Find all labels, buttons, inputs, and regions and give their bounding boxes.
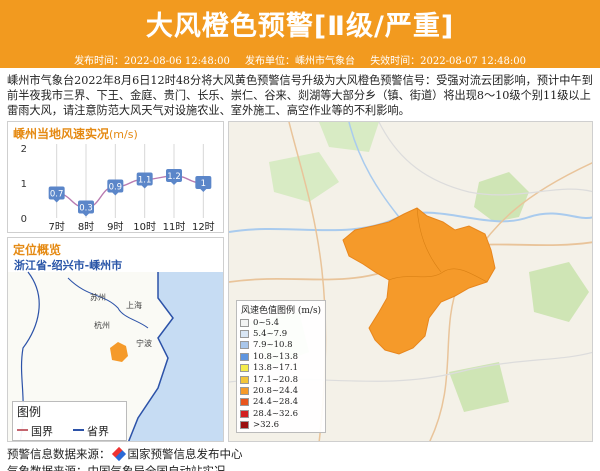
national-border-line — [17, 429, 28, 431]
location-legend-title: 图例 — [17, 405, 42, 419]
location-legend: 图例 国界 省界 — [12, 401, 127, 441]
province-border-label: 省界 — [87, 425, 109, 438]
data-label: 1.1 — [138, 176, 152, 186]
legend-label: 13.8~17.1 — [253, 363, 298, 374]
legend-swatch — [240, 387, 249, 396]
legend-title: 风速色值图例 (m/s) — [241, 306, 322, 316]
legend-item: 10.8~13.8 — [237, 351, 325, 362]
data-label: 0.3 — [79, 204, 93, 214]
page-title: 大风橙色预警[Ⅱ级/严重] — [145, 11, 455, 42]
x-tick-label: 7时 — [48, 221, 64, 233]
legend-label: 10.8~13.8 — [253, 351, 298, 362]
national-border-label: 国界 — [31, 425, 53, 438]
legend-label: 5.4~7.9 — [253, 329, 288, 340]
legend-swatch — [240, 352, 249, 361]
legend-label: 20.8~24.4 — [253, 386, 298, 397]
warning-source: 预警信息数据来源： 国家预警信息发布中心 — [7, 446, 243, 462]
province-border-line — [73, 429, 84, 431]
data-source: 气象数据来源：中国气象局全国自动站实况 — [7, 464, 226, 471]
x-tick-label: 9时 — [107, 221, 123, 233]
source-label: 预警信息数据来源： — [7, 447, 111, 461]
location-panel: 定位概览 浙江省-绍兴市-嵊州市 苏州 上海 杭州 宁波 图例 国界 省界 — [7, 237, 224, 442]
data-point-pointer — [83, 213, 89, 217]
issuer: 发布单位：嵊州市气象台 — [245, 56, 355, 67]
legend-swatch — [240, 409, 249, 418]
release-center-logo-icon — [111, 446, 126, 462]
legend-item: 13.8~17.1 — [237, 363, 325, 374]
legend-item: 17.1~20.8 — [237, 374, 325, 385]
legend-label: 7.9~10.8 — [253, 340, 293, 351]
legend-swatch — [240, 318, 249, 327]
expire-time: 失效时间：2022-08-07 12:48:00 — [370, 56, 526, 67]
header-banner: 大风橙色预警[Ⅱ级/严重] 发布时间：2022-08-06 12:48:00 发… — [0, 0, 600, 68]
data-label: 0.7 — [50, 190, 64, 200]
data-point-pointer — [171, 182, 177, 185]
legend-label: >32.6 — [253, 420, 280, 431]
legend-swatch — [240, 398, 249, 407]
y-tick-label: 1 — [21, 179, 27, 190]
legend-label: 0~5.4 — [253, 317, 280, 328]
legend-label: 24.4~28.4 — [253, 397, 298, 408]
y-tick-label: 0 — [21, 214, 27, 225]
legend-swatch — [240, 330, 249, 339]
legend-swatch — [240, 421, 249, 430]
data-point-pointer — [200, 189, 207, 192]
legend-item: 5.4~7.9 — [237, 328, 325, 339]
legend-label: 17.1~20.8 — [253, 374, 298, 385]
legend-rows: 0~5.4 5.4~7.9 7.9~10.8 10.8~13.8 13.8~17.1 17… — [237, 317, 325, 431]
legend-item: 7.9~10.8 — [237, 340, 325, 351]
legend-item: 24.4~28.4 — [237, 397, 325, 408]
source-name[interactable]: 国家预警信息发布中心 — [128, 447, 243, 461]
wind-speed-chart: 0 1 2 7时 8时 9时 10时 11时 12时 0.7 0.3 0.9 1.1 1.2 1 — [21, 144, 215, 233]
place-hangzhou: 杭州 — [94, 320, 110, 330]
warning-meta: 发布时间：2022-08-06 12:48:00 发布单位：嵊州市气象台 失效时… — [0, 52, 600, 67]
wind-color-legend: 风速色值图例 (m/s) 0~5.4 5.4~7.9 7.9~10.8 10.8~13… — [236, 300, 326, 433]
data-point-pointer — [112, 192, 119, 196]
legend-swatch — [240, 341, 249, 350]
place-suzhou: 苏州 — [90, 292, 106, 302]
data-label: 1 — [201, 179, 206, 189]
wind-speed-panel: 嵊州当地风速实况(m/s) 0 1 2 7时 8时 9时 10时 11时 12时 0.7 0.3 0.… — [7, 121, 224, 233]
x-tick-label: 12时 — [192, 221, 215, 233]
data-label: 1.2 — [167, 172, 181, 182]
place-ningbo: 宁波 — [136, 338, 152, 348]
y-tick-label: 2 — [21, 144, 27, 155]
legend-label: 28.4~32.6 — [253, 408, 298, 419]
legend-item: 0~5.4 — [237, 317, 325, 328]
issue-time: 发布时间：2022-08-06 12:48:00 — [74, 56, 230, 67]
legend-swatch — [240, 375, 249, 384]
place-shanghai: 上海 — [126, 300, 142, 310]
legend-item: >32.6 — [237, 420, 325, 431]
legend-swatch — [240, 364, 249, 373]
x-tick-label: 10时 — [133, 221, 156, 233]
x-tick-label: 11时 — [163, 221, 186, 233]
data-label: 0.9 — [109, 183, 123, 193]
wind-map-panel[interactable]: 风速色值图例 (m/s) 0~5.4 5.4~7.9 7.9~10.8 10.8~13… — [228, 121, 593, 442]
legend-item: 20.8~24.4 — [237, 385, 325, 396]
x-tick-label: 8时 — [78, 221, 94, 233]
data-point-pointer — [141, 185, 148, 189]
legend-item: 28.4~32.6 — [237, 408, 325, 419]
data-point-pointer — [53, 199, 60, 203]
warning-description: 嵊州市气象台2022年8月6日12时48分将大风黄色预警信号升级为大风橙色预警信… — [7, 74, 593, 117]
